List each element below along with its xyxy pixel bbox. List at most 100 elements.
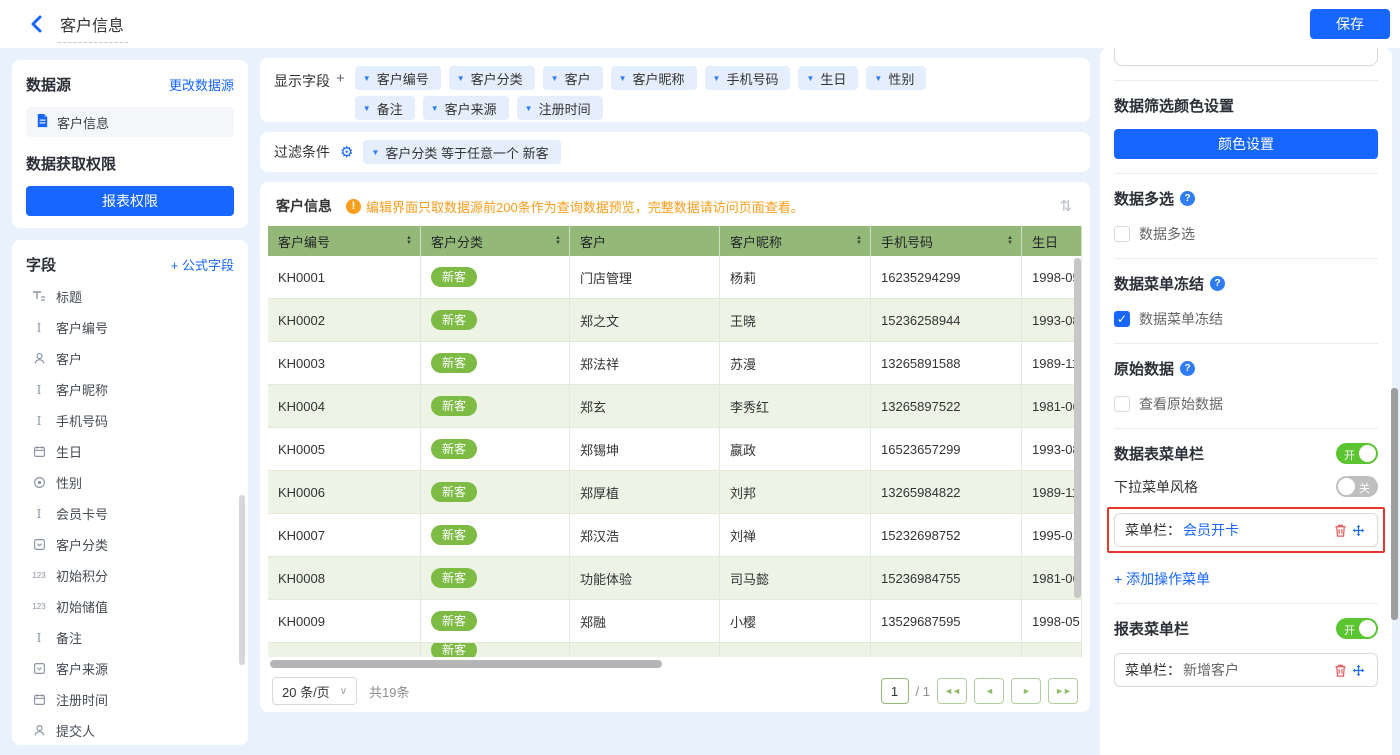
field-item-nickname[interactable]: I客户昵称 bbox=[26, 374, 234, 405]
sort-arrows-icon[interactable]: ▲▼ bbox=[856, 236, 862, 246]
table-row[interactable]: KH0007 新客 郑汉浩 刘禅 15232698752 1995-01 bbox=[268, 514, 1082, 557]
table-row-partial[interactable]: 新客 bbox=[268, 643, 1082, 657]
chevron-down-icon: ▼ bbox=[371, 148, 379, 157]
filter-condition-chip[interactable]: ▼客户分类 等于任意一个 新客 bbox=[363, 140, 560, 164]
sort-arrows-icon[interactable]: ▲▼ bbox=[406, 236, 412, 246]
add-action-menu-link[interactable]: + 添加操作菜单 bbox=[1114, 569, 1378, 589]
column-header[interactable]: 客户 bbox=[570, 226, 720, 256]
column-header[interactable]: 客户分类▲▼ bbox=[421, 226, 570, 256]
next-page-button[interactable]: ► bbox=[1011, 678, 1041, 704]
column-header[interactable]: 客户昵称▲▼ bbox=[720, 226, 871, 256]
gear-icon[interactable]: ⚙ bbox=[340, 143, 353, 161]
field-item-submitter[interactable]: 提交人 bbox=[26, 715, 234, 745]
report-menu-item-value[interactable]: 新增客户 bbox=[1183, 660, 1239, 680]
checkbox-unchecked-icon[interactable] bbox=[1114, 226, 1130, 242]
table-row[interactable]: KH0003 新客 郑法祥 苏漫 13265891588 1989-11 bbox=[268, 342, 1082, 385]
display-fields-label: 显示字段 bbox=[274, 71, 330, 91]
raw-data-checkbox-row[interactable]: 查看原始数据 bbox=[1114, 394, 1378, 414]
field-item-init-points[interactable]: 123初始积分 bbox=[26, 560, 234, 591]
chevron-down-icon: ▼ bbox=[619, 74, 627, 83]
table-row[interactable]: KH0001 新客 门店管理 杨莉 16235294299 1998-05 bbox=[268, 256, 1082, 299]
divider bbox=[1114, 80, 1378, 81]
delete-icon[interactable] bbox=[1331, 521, 1349, 539]
multiselect-checkbox-row[interactable]: 数据多选 bbox=[1114, 224, 1378, 244]
field-item-gender[interactable]: 性别 bbox=[26, 467, 234, 498]
first-page-button[interactable]: ◄◄ bbox=[937, 678, 967, 704]
field-item-init-balance[interactable]: 123初始储值 bbox=[26, 591, 234, 622]
display-fields-card: 显示字段 + ▼客户编号 ▼客户分类 ▼客户 ▼客户昵称 ▼手机号码 ▼生日 ▼… bbox=[260, 58, 1090, 122]
move-icon[interactable] bbox=[1349, 521, 1367, 539]
field-chip[interactable]: ▼客户编号 bbox=[355, 66, 441, 90]
field-item-customer-id[interactable]: I客户编号 bbox=[26, 312, 234, 343]
table-row[interactable]: KH0004 新客 郑玄 李秀红 13265897522 1981-06 bbox=[268, 385, 1082, 428]
freeze-checkbox-row[interactable]: ✓数据菜单冻结 bbox=[1114, 309, 1378, 329]
field-chip[interactable]: ▼客户 bbox=[543, 66, 603, 90]
sort-tool-icon[interactable]: ⇅ bbox=[1052, 192, 1080, 220]
field-chip[interactable]: ▼备注 bbox=[355, 96, 415, 120]
table-menu-toggle[interactable]: 开 bbox=[1336, 443, 1378, 464]
help-icon[interactable]: ? bbox=[1180, 191, 1195, 206]
table-row[interactable]: KH0002 新客 郑之文 王晓 15236258944 1993-08 bbox=[268, 299, 1082, 342]
chevron-down-icon: ▼ bbox=[874, 74, 882, 83]
sort-arrows-icon[interactable]: ▲▼ bbox=[1007, 236, 1013, 246]
field-item-customer[interactable]: 客户 bbox=[26, 343, 234, 374]
report-menu-bar-item[interactable]: 菜单栏： 新增客户 bbox=[1114, 653, 1378, 687]
report-permission-button[interactable]: 报表权限 bbox=[26, 186, 234, 216]
report-menu-toggle[interactable]: 开 bbox=[1336, 618, 1378, 639]
dropdown-style-toggle[interactable]: 关 bbox=[1336, 476, 1378, 497]
field-chip[interactable]: ▼客户昵称 bbox=[611, 66, 697, 90]
menu-bar-item[interactable]: 菜单栏： 会员开卡 bbox=[1114, 513, 1378, 547]
field-chip[interactable]: ▼客户来源 bbox=[423, 96, 509, 120]
color-settings-button[interactable]: 颜色设置 bbox=[1114, 129, 1378, 159]
delete-icon[interactable] bbox=[1331, 661, 1349, 679]
field-chip[interactable]: ▼生日 bbox=[798, 66, 858, 90]
table-row[interactable]: KH0006 新客 郑厚植 刘邦 13265984822 1989-11 bbox=[268, 471, 1082, 514]
add-formula-field-link[interactable]: + 公式字段 bbox=[171, 255, 234, 274]
field-chip[interactable]: ▼客户分类 bbox=[449, 66, 535, 90]
help-icon[interactable]: ? bbox=[1210, 276, 1225, 291]
field-item-member-card[interactable]: I会员卡号 bbox=[26, 498, 234, 529]
table-vertical-scrollbar[interactable] bbox=[1074, 258, 1081, 598]
column-header[interactable]: 手机号码▲▼ bbox=[871, 226, 1022, 256]
warning-icon: ! bbox=[346, 199, 361, 214]
field-item-category[interactable]: 客户分类 bbox=[26, 529, 234, 560]
datasource-item[interactable]: 客户信息 bbox=[26, 107, 234, 137]
page-number-input[interactable] bbox=[881, 678, 909, 704]
change-datasource-link[interactable]: 更改数据源 bbox=[169, 75, 234, 94]
checkbox-checked-icon[interactable]: ✓ bbox=[1114, 311, 1130, 327]
menu-item-value[interactable]: 会员开卡 bbox=[1183, 520, 1239, 540]
text-icon: I bbox=[30, 321, 48, 335]
page-size-select[interactable]: 20 条/页 ∨ bbox=[272, 677, 357, 705]
field-item-phone[interactable]: I手机号码 bbox=[26, 405, 234, 436]
table-row[interactable]: KH0005 新客 郑锡坤 嬴政 16523657299 1993-08 bbox=[268, 428, 1082, 471]
column-header[interactable]: 客户编号▲▼ bbox=[268, 226, 421, 256]
field-chip[interactable]: ▼性别 bbox=[866, 66, 926, 90]
last-page-button[interactable]: ►► bbox=[1048, 678, 1078, 704]
settings-scrollbar[interactable] bbox=[1391, 388, 1398, 620]
back-icon[interactable] bbox=[26, 13, 48, 35]
move-icon[interactable] bbox=[1349, 661, 1367, 679]
title-icon bbox=[30, 291, 48, 303]
fields-scrollbar[interactable] bbox=[239, 495, 245, 665]
field-chip[interactable]: ▼注册时间 bbox=[517, 96, 603, 120]
category-badge: 新客 bbox=[431, 611, 477, 631]
calendar-icon bbox=[30, 445, 48, 458]
table-row[interactable]: KH0009 新客 郑融 小樱 13529687595 1998-05 bbox=[268, 600, 1082, 643]
checkbox-unchecked-icon[interactable] bbox=[1114, 396, 1130, 412]
field-item-birthday[interactable]: 生日 bbox=[26, 436, 234, 467]
filter-label: 过滤条件 bbox=[274, 142, 330, 162]
help-icon[interactable]: ? bbox=[1180, 361, 1195, 376]
save-button[interactable]: 保存 bbox=[1310, 9, 1390, 39]
sort-arrows-icon[interactable]: ▲▼ bbox=[555, 236, 561, 246]
field-item-register-time[interactable]: 注册时间 bbox=[26, 684, 234, 715]
prev-page-button[interactable]: ◄ bbox=[974, 678, 1004, 704]
table-horizontal-scrollbar[interactable] bbox=[270, 660, 662, 668]
number-icon: 123 bbox=[30, 571, 48, 580]
field-item-source[interactable]: 客户来源 bbox=[26, 653, 234, 684]
add-display-field-button[interactable]: + bbox=[336, 70, 345, 87]
table-row[interactable]: KH0008 新客 功能体验 司马懿 15236984755 1981-06 bbox=[268, 557, 1082, 600]
field-item-remark[interactable]: I备注 bbox=[26, 622, 234, 653]
field-item-title[interactable]: 标题 bbox=[26, 281, 234, 312]
field-chip[interactable]: ▼手机号码 bbox=[705, 66, 791, 90]
column-header[interactable]: 生日 bbox=[1022, 226, 1082, 256]
